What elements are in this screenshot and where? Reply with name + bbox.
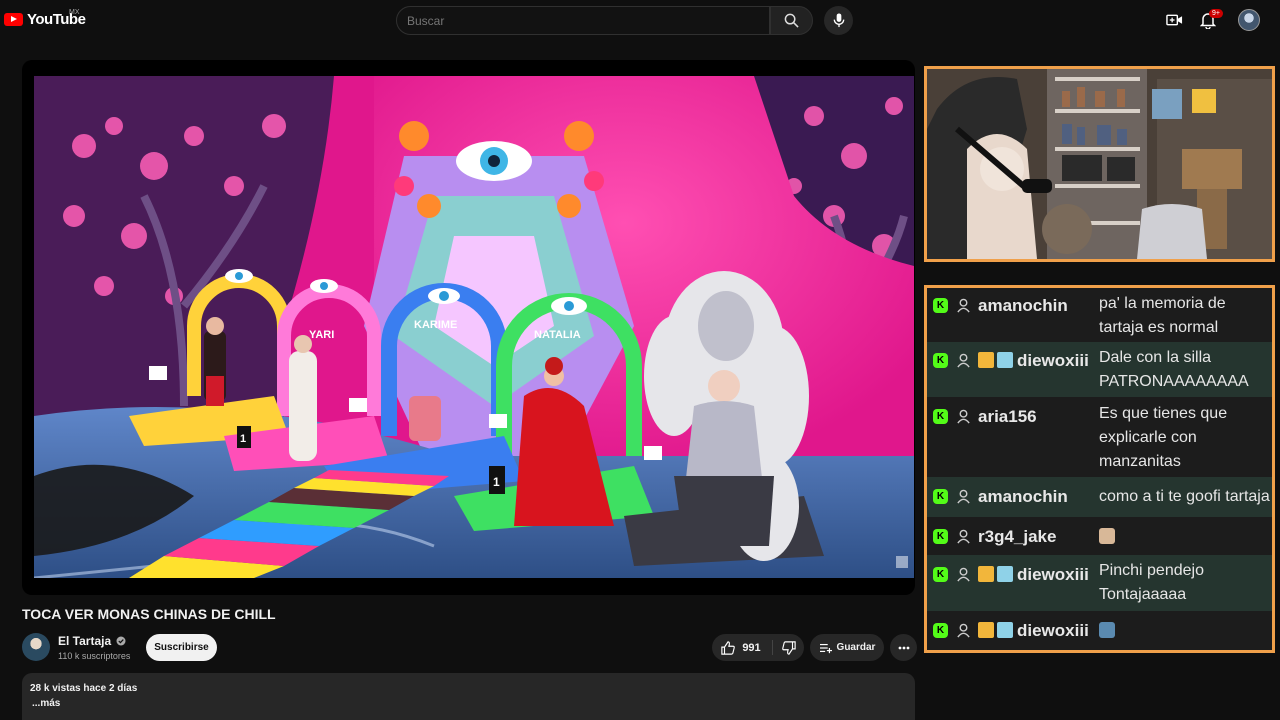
crown-icon [978, 566, 994, 582]
chat-text: Es que tienes que explicarle con manzani… [1099, 405, 1228, 470]
search-icon [784, 13, 799, 28]
dislike-button[interactable] [774, 634, 804, 661]
person-icon [957, 623, 970, 638]
webcam-frame [927, 69, 1272, 259]
notification-badge: 9+ [1209, 9, 1223, 18]
subscriber-count: 110 k suscriptores [58, 651, 131, 661]
subscriber-badge-icon [997, 352, 1013, 368]
create-video-icon [1166, 14, 1183, 26]
subscriber-badge-icon [997, 566, 1013, 582]
chat-username[interactable]: diewoxiii [1017, 351, 1089, 371]
chat-message: K aria156 Es que tienes que explicarle c… [927, 397, 1272, 477]
account-avatar[interactable] [1238, 9, 1260, 31]
view-count-date: 28 k vistas hace 2 días [30, 683, 138, 694]
kick-badge-icon: K [933, 353, 948, 368]
person-icon [957, 298, 970, 313]
create-button[interactable] [1166, 12, 1183, 33]
person-icon [957, 489, 970, 504]
kick-badge-icon: K [933, 623, 948, 638]
save-playlist-icon [819, 643, 832, 653]
chat-text: pa' la memoria de tartaja es normal [1099, 295, 1226, 336]
kick-badge-icon: K [933, 298, 948, 313]
podium-number-1: 1 [493, 475, 500, 489]
more-icon [898, 646, 909, 649]
chat-text: Pinchi pendejo Tontajaaaaa [1099, 562, 1204, 603]
save-button[interactable]: Guardar [810, 634, 884, 661]
chat-message: K diewoxiii Dale con la silla PATRONAAAA… [927, 342, 1272, 397]
kick-badge-icon: K [933, 489, 948, 504]
kick-badge-icon: K [933, 567, 948, 582]
emote-icon [1099, 527, 1115, 544]
chat-username[interactable]: aria156 [978, 407, 1037, 427]
channel-name-row[interactable]: El Tartaja [58, 634, 126, 648]
video-player[interactable]: YARI KARIME NATALIA 1 1 [22, 60, 915, 595]
description-box[interactable]: 28 k vistas hace 2 días ...más [22, 673, 915, 720]
chat-message: K amanochin como a ti te goofi tartaja [927, 477, 1272, 517]
emote-icon [1099, 621, 1115, 638]
video-title: TOCA VER MONAS CHINAS DE CHILL [22, 606, 276, 622]
stage-label-natalia: NATALIA [534, 329, 581, 341]
search-button[interactable] [770, 6, 813, 35]
person-icon [957, 353, 970, 368]
mic-icon [833, 13, 844, 28]
person-icon [957, 409, 970, 424]
chat-text [1099, 524, 1269, 548]
chat-username[interactable]: amanochin [978, 487, 1068, 507]
chat-text: Dale con la silla PATRONAAAAAAAA [1099, 349, 1249, 390]
show-more-link[interactable]: ...más [32, 698, 60, 709]
chat-text: como a ti te goofi tartaja [1099, 488, 1270, 505]
chat-message: K diewoxiii Pinchi pendejo Tontajaaaaa [927, 555, 1272, 611]
more-actions-button[interactable] [890, 634, 917, 661]
chat-text [1099, 618, 1269, 642]
subscriber-badge-icon [997, 622, 1013, 638]
country-code: MX [69, 9, 80, 16]
subscribe-button[interactable]: Suscribirse [146, 634, 217, 661]
person-icon [957, 567, 970, 582]
channel-name[interactable]: El Tartaja [58, 634, 111, 648]
save-label: Guardar [836, 642, 876, 653]
chat-username[interactable]: diewoxiii [1017, 565, 1089, 585]
podium-number-2: 1 [240, 433, 246, 445]
stage-label-karime: KARIME [414, 319, 457, 331]
chat-username[interactable]: amanochin [978, 296, 1068, 316]
divider [772, 640, 773, 655]
chat-username[interactable]: diewoxiii [1017, 621, 1089, 641]
crown-icon [978, 352, 994, 368]
channel-avatar[interactable] [22, 633, 50, 661]
like-dislike-bar: 991 [712, 634, 804, 661]
like-button[interactable]: 991 [712, 634, 770, 661]
chat-message: K r3g4_jake [927, 517, 1272, 555]
person-icon [957, 529, 970, 544]
stage-label-yari: YARI [309, 329, 334, 341]
chat-overlay: K amanochin pa' la memoria de tartaja es… [924, 285, 1275, 653]
kick-badge-icon: K [933, 529, 948, 544]
crown-icon [978, 622, 994, 638]
dislike-icon [782, 640, 796, 655]
search-input[interactable] [397, 7, 769, 34]
like-icon [721, 640, 736, 655]
top-bar: YouTube MX 9+ [0, 0, 1280, 40]
chat-message: K diewoxiii [927, 611, 1272, 650]
verified-icon [116, 636, 126, 646]
like-count: 991 [742, 641, 761, 654]
search-box[interactable] [396, 6, 770, 35]
kick-badge-icon: K [933, 409, 948, 424]
video-frame[interactable]: YARI KARIME NATALIA 1 1 [34, 76, 914, 578]
youtube-play-icon [4, 13, 23, 26]
streamer-webcam [924, 66, 1275, 262]
voice-search-button[interactable] [824, 6, 853, 35]
chat-message: K amanochin pa' la memoria de tartaja es… [927, 288, 1272, 342]
chat-username[interactable]: r3g4_jake [978, 527, 1056, 547]
